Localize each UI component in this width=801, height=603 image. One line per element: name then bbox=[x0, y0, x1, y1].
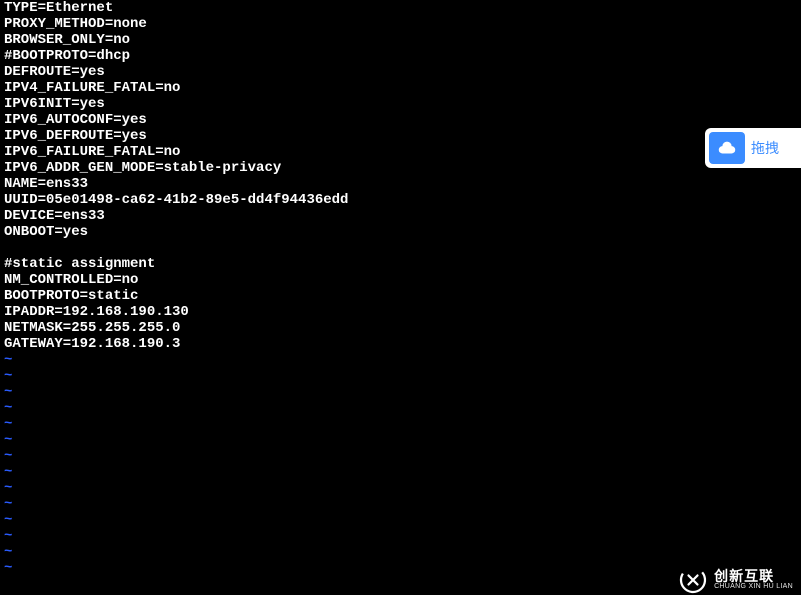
empty-line-tilde: ~ bbox=[4, 352, 797, 368]
cloud-icon bbox=[709, 132, 745, 164]
config-line: BOOTPROTO=static bbox=[4, 288, 797, 304]
config-line: PROXY_METHOD=none bbox=[4, 16, 797, 32]
empty-line-tilde: ~ bbox=[4, 432, 797, 448]
watermark-main-text: 创新互联 bbox=[714, 569, 793, 583]
empty-line-tilde: ~ bbox=[4, 400, 797, 416]
config-line: #static assignment bbox=[4, 256, 797, 272]
empty-line-tilde: ~ bbox=[4, 384, 797, 400]
config-line: TYPE=Ethernet bbox=[4, 0, 797, 16]
config-line: ONBOOT=yes bbox=[4, 224, 797, 240]
empty-line-tilde: ~ bbox=[4, 544, 797, 560]
drag-button-label: 拖拽 bbox=[751, 138, 779, 158]
config-line: #BOOTPROTO=dhcp bbox=[4, 48, 797, 64]
drag-upload-button[interactable]: 拖拽 bbox=[705, 128, 801, 168]
empty-line-tilde: ~ bbox=[4, 368, 797, 384]
config-line bbox=[4, 240, 797, 256]
empty-line-tilde: ~ bbox=[4, 528, 797, 544]
config-line: DEFROUTE=yes bbox=[4, 64, 797, 80]
config-line: IPV6_AUTOCONF=yes bbox=[4, 112, 797, 128]
empty-line-tilde: ~ bbox=[4, 448, 797, 464]
watermark-sub-text: CHUANG XIN HU LIAN bbox=[714, 583, 793, 591]
config-line: IPV6_ADDR_GEN_MODE=stable-privacy bbox=[4, 160, 797, 176]
config-line: DEVICE=ens33 bbox=[4, 208, 797, 224]
config-line: NETMASK=255.255.255.0 bbox=[4, 320, 797, 336]
empty-line-tilde: ~ bbox=[4, 480, 797, 496]
config-line: GATEWAY=192.168.190.3 bbox=[4, 336, 797, 352]
empty-line-tilde: ~ bbox=[4, 416, 797, 432]
cx-logo-icon bbox=[678, 565, 708, 595]
config-line: IPV6INIT=yes bbox=[4, 96, 797, 112]
watermark-logo: 创新互联 CHUANG XIN HU LIAN bbox=[678, 565, 793, 595]
terminal-editor[interactable]: TYPE=EthernetPROXY_METHOD=noneBROWSER_ON… bbox=[0, 0, 801, 595]
config-line: IPV6_DEFROUTE=yes bbox=[4, 128, 797, 144]
config-line: UUID=05e01498-ca62-41b2-89e5-dd4f94436ed… bbox=[4, 192, 797, 208]
config-line: IPV4_FAILURE_FATAL=no bbox=[4, 80, 797, 96]
config-line: NM_CONTROLLED=no bbox=[4, 272, 797, 288]
empty-line-tilde: ~ bbox=[4, 496, 797, 512]
config-line: BROWSER_ONLY=no bbox=[4, 32, 797, 48]
config-line: IPADDR=192.168.190.130 bbox=[4, 304, 797, 320]
empty-line-tilde: ~ bbox=[4, 464, 797, 480]
empty-line-tilde: ~ bbox=[4, 512, 797, 528]
config-line: NAME=ens33 bbox=[4, 176, 797, 192]
bottom-strip bbox=[0, 595, 801, 603]
config-line: IPV6_FAILURE_FATAL=no bbox=[4, 144, 797, 160]
